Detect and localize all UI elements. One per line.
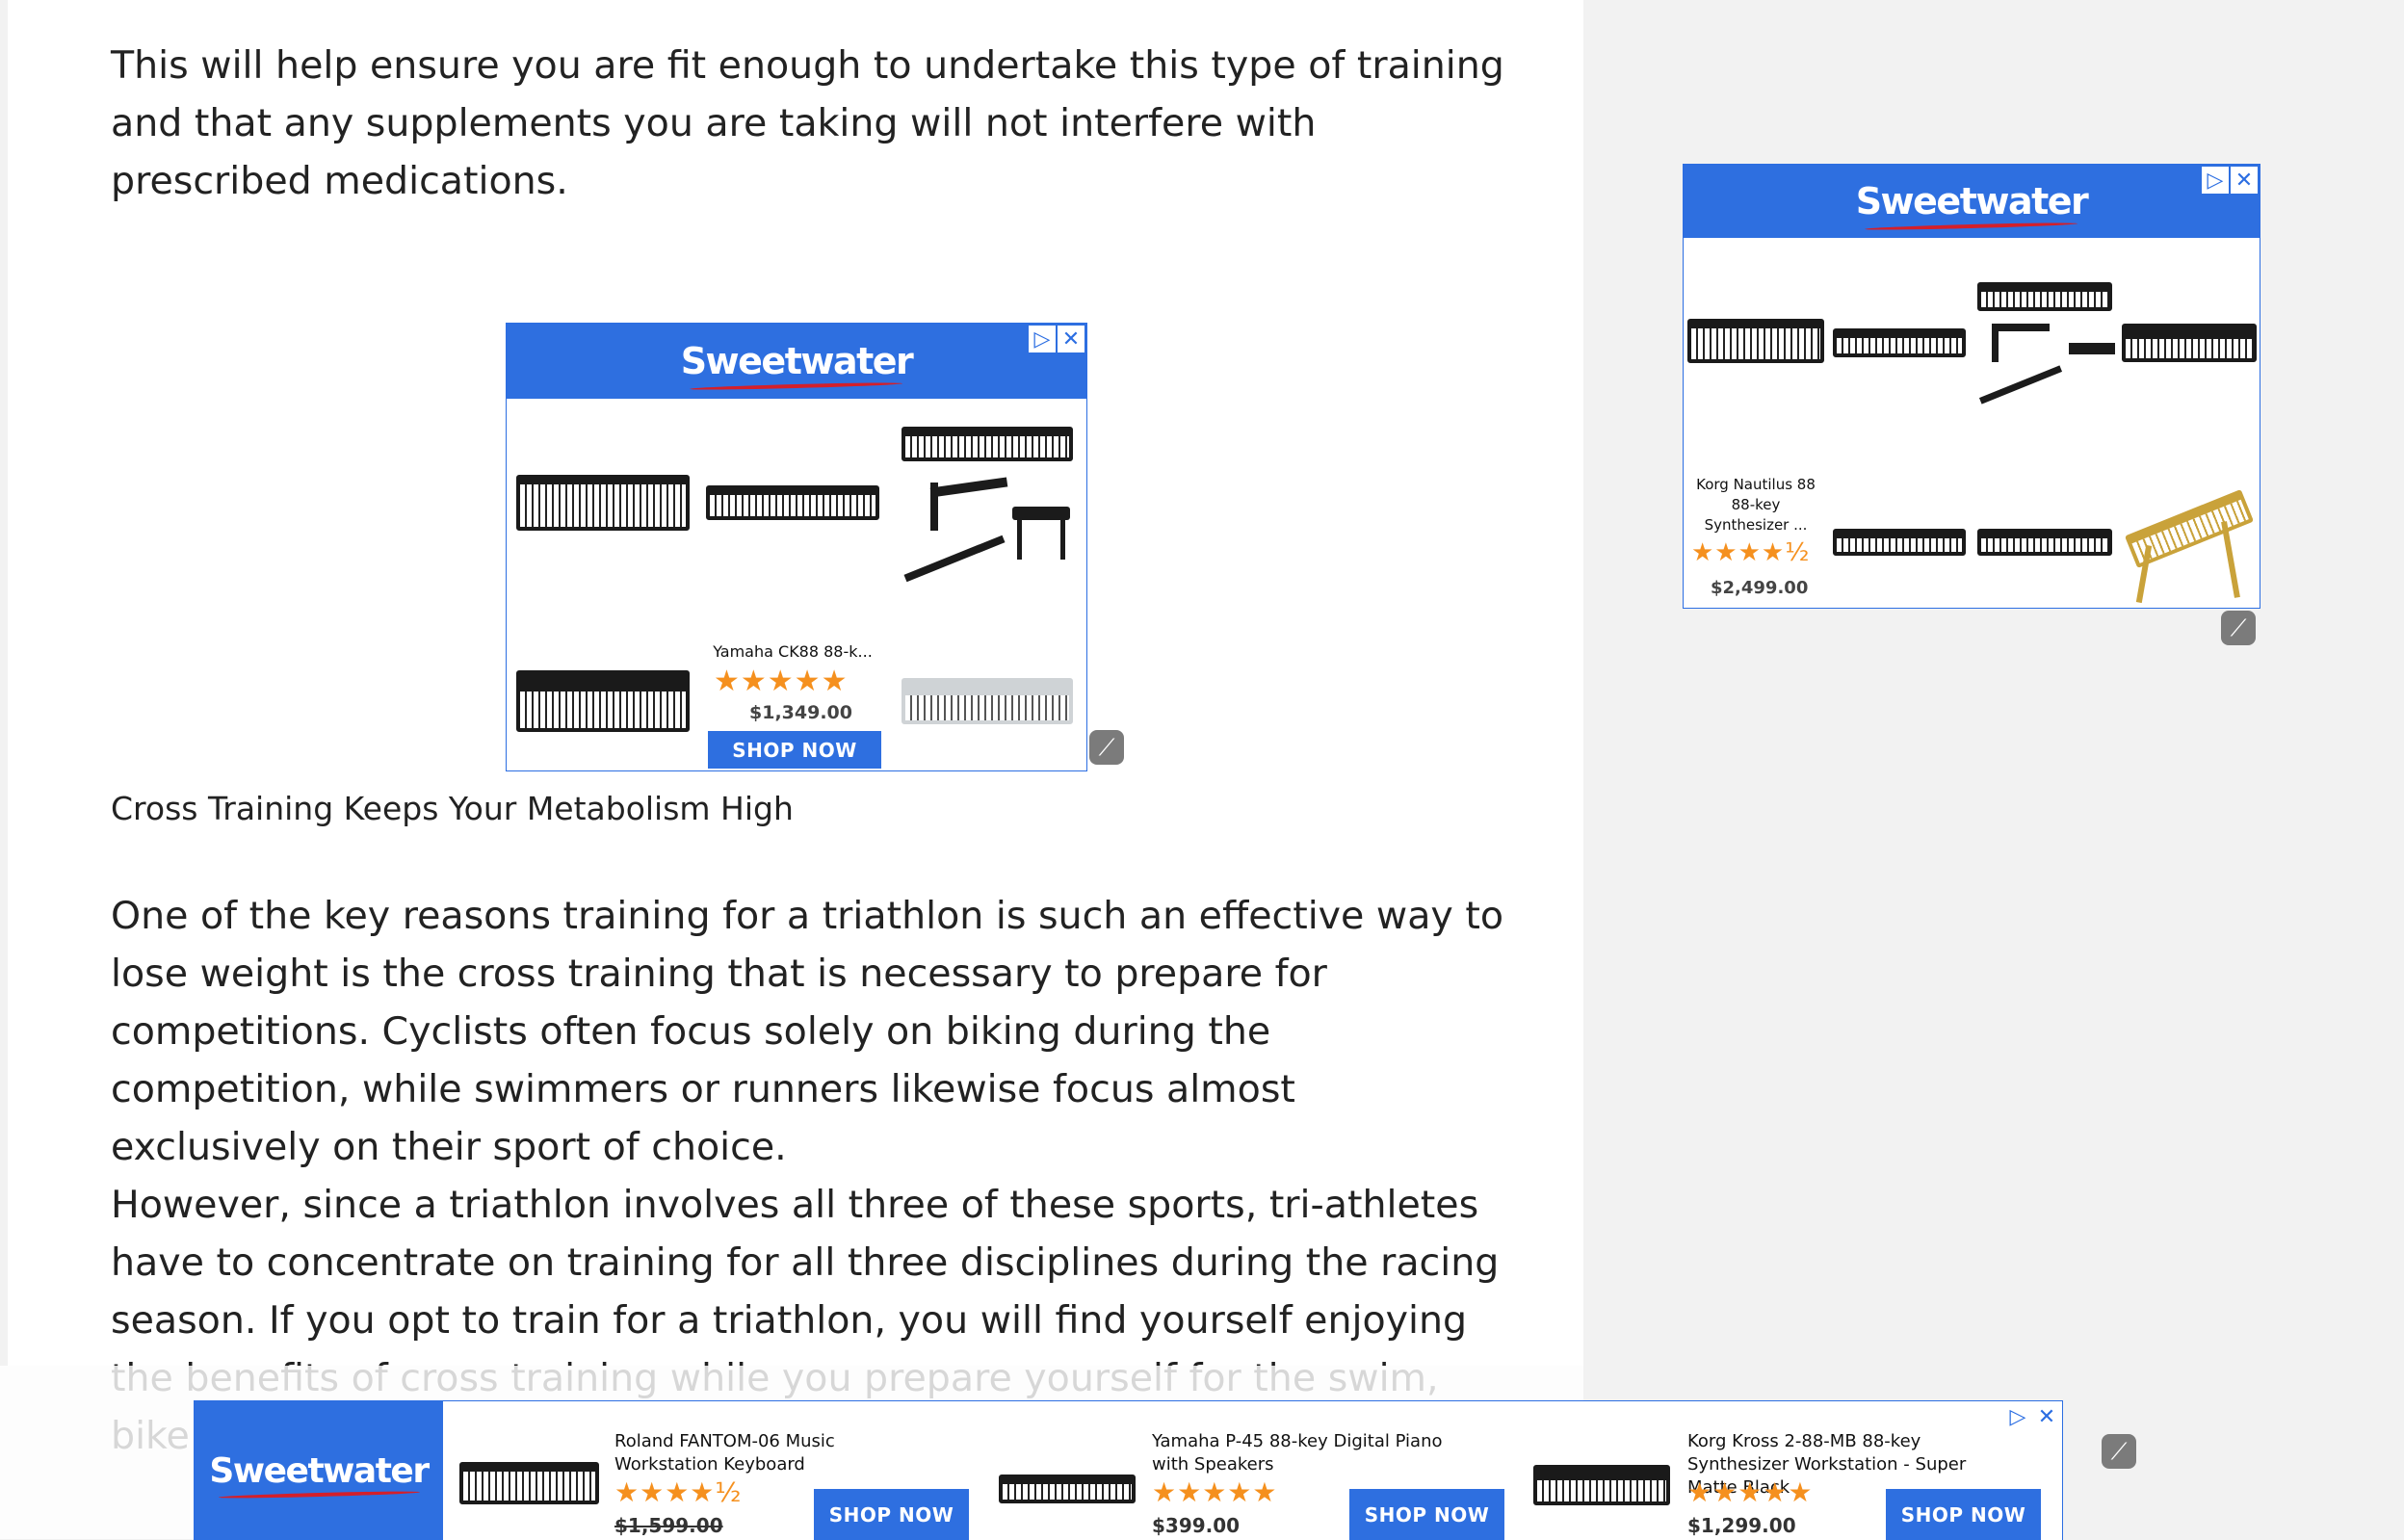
price: $1,299.00 — [1687, 1514, 1796, 1537]
keyboard-image[interactable] — [516, 475, 690, 531]
price: $1,349.00 — [749, 702, 852, 723]
sweetwater-logo[interactable]: Sweetwater — [681, 340, 914, 382]
pedal-image — [1978, 365, 2063, 405]
shop-now-button[interactable]: SHOP NOW — [1349, 1489, 1504, 1540]
price: $2,499.00 — [1711, 578, 1809, 598]
bench-image — [2069, 343, 2115, 354]
keyboard-image[interactable] — [1833, 328, 1966, 357]
ad-header[interactable]: Sweetwater — [1684, 165, 2260, 238]
stand-image — [2221, 521, 2240, 598]
keyboard-image[interactable] — [1833, 529, 1966, 556]
rating-stars: ★★★★½ — [614, 1476, 743, 1508]
paragraph-1: This will help ensure you are fit enough… — [111, 43, 1504, 203]
stand-image — [930, 483, 938, 531]
leaf-icon[interactable]: ⟋ — [2102, 1434, 2136, 1469]
keyboard-image[interactable] — [999, 1475, 1136, 1503]
rating-stars: ★★★★★ — [1152, 1476, 1278, 1508]
keyboard-image[interactable] — [706, 485, 879, 520]
sidebar-ad[interactable]: Sweetwater ▷ ✕ Korg Nautilus 88 88-key S… — [1683, 164, 2260, 609]
price: $1,599.00 — [614, 1514, 723, 1537]
article-content: This will help ensure you are fit enough… — [8, 0, 1583, 1458]
keyboard-image[interactable] — [1977, 529, 2112, 556]
bench-image — [1060, 516, 1065, 560]
adchoices-icon[interactable]: ▷ — [1029, 326, 1056, 352]
shop-now-button[interactable]: SHOP NOW — [1886, 1489, 2041, 1540]
rating-stars: ★★★★★ — [714, 665, 849, 698]
bench-image — [1017, 516, 1022, 560]
leaf-icon[interactable]: ⟋ — [2221, 611, 2256, 645]
keyboard-image[interactable] — [2122, 324, 2257, 362]
adchoices-icon[interactable]: ▷ — [2202, 167, 2229, 194]
stand-image — [1992, 324, 1999, 362]
adchoices[interactable]: ▷ ✕ — [1029, 326, 1084, 352]
adchoices[interactable]: ▷ ✕ — [2202, 167, 2258, 194]
inline-ad[interactable]: Sweetwater ▷ ✕ Yamaha CK88 88-k... ★★★★★… — [506, 323, 1087, 771]
shop-now-button[interactable]: SHOP NOW — [708, 731, 881, 769]
shop-now-button[interactable]: SHOP NOW — [814, 1489, 969, 1540]
product-name[interactable]: Yamaha CK88 88-k... — [706, 641, 879, 662]
keyboard-image[interactable] — [1687, 319, 1824, 363]
stand-image — [1992, 324, 2050, 331]
price: $399.00 — [1152, 1514, 1241, 1537]
leaf-icon[interactable]: ⟋ — [1089, 730, 1124, 765]
ad-logo-panel[interactable]: Sweetwater — [195, 1401, 443, 1540]
sweetwater-logo[interactable]: Sweetwater — [209, 1451, 430, 1491]
pedal-image — [903, 535, 1006, 583]
rating-stars: ★★★★½ — [1691, 538, 1811, 567]
image-caption: Cross Training Keeps Your Metabolism Hig… — [111, 790, 794, 827]
keyboard-image[interactable] — [1977, 282, 2112, 311]
keyboard-image[interactable] — [1533, 1465, 1670, 1505]
product-name[interactable]: Korg Nautilus 88 88-key Synthesizer ... — [1687, 475, 1824, 535]
sweetwater-logo[interactable]: Sweetwater — [1856, 180, 2089, 222]
close-icon[interactable]: ✕ — [2033, 1403, 2060, 1430]
product-name[interactable]: Yamaha P-45 88-key Digital Piano with Sp… — [1152, 1430, 1470, 1476]
close-icon[interactable]: ✕ — [1058, 326, 1084, 352]
bottom-sticky-ad[interactable]: Sweetwater ▷ ✕ Roland FANTOM-06 Music Wo… — [194, 1400, 2063, 1540]
stand-image — [929, 477, 1008, 498]
product-name[interactable]: Roland FANTOM-06 Music Workstation Keybo… — [614, 1430, 942, 1476]
rating-stars: ★★★★★ — [1687, 1476, 1814, 1508]
paragraph-2: One of the key reasons training for a tr… — [111, 894, 1504, 1169]
close-icon[interactable]: ✕ — [2231, 167, 2258, 194]
keyboard-image[interactable] — [516, 670, 690, 732]
keyboard-image[interactable] — [902, 678, 1073, 724]
keyboard-image[interactable] — [459, 1462, 599, 1504]
adchoices[interactable]: ▷ ✕ — [2004, 1403, 2060, 1430]
ad-header[interactable]: Sweetwater — [507, 324, 1086, 399]
keyboard-image[interactable] — [902, 427, 1073, 461]
adchoices-icon[interactable]: ▷ — [2004, 1403, 2031, 1430]
